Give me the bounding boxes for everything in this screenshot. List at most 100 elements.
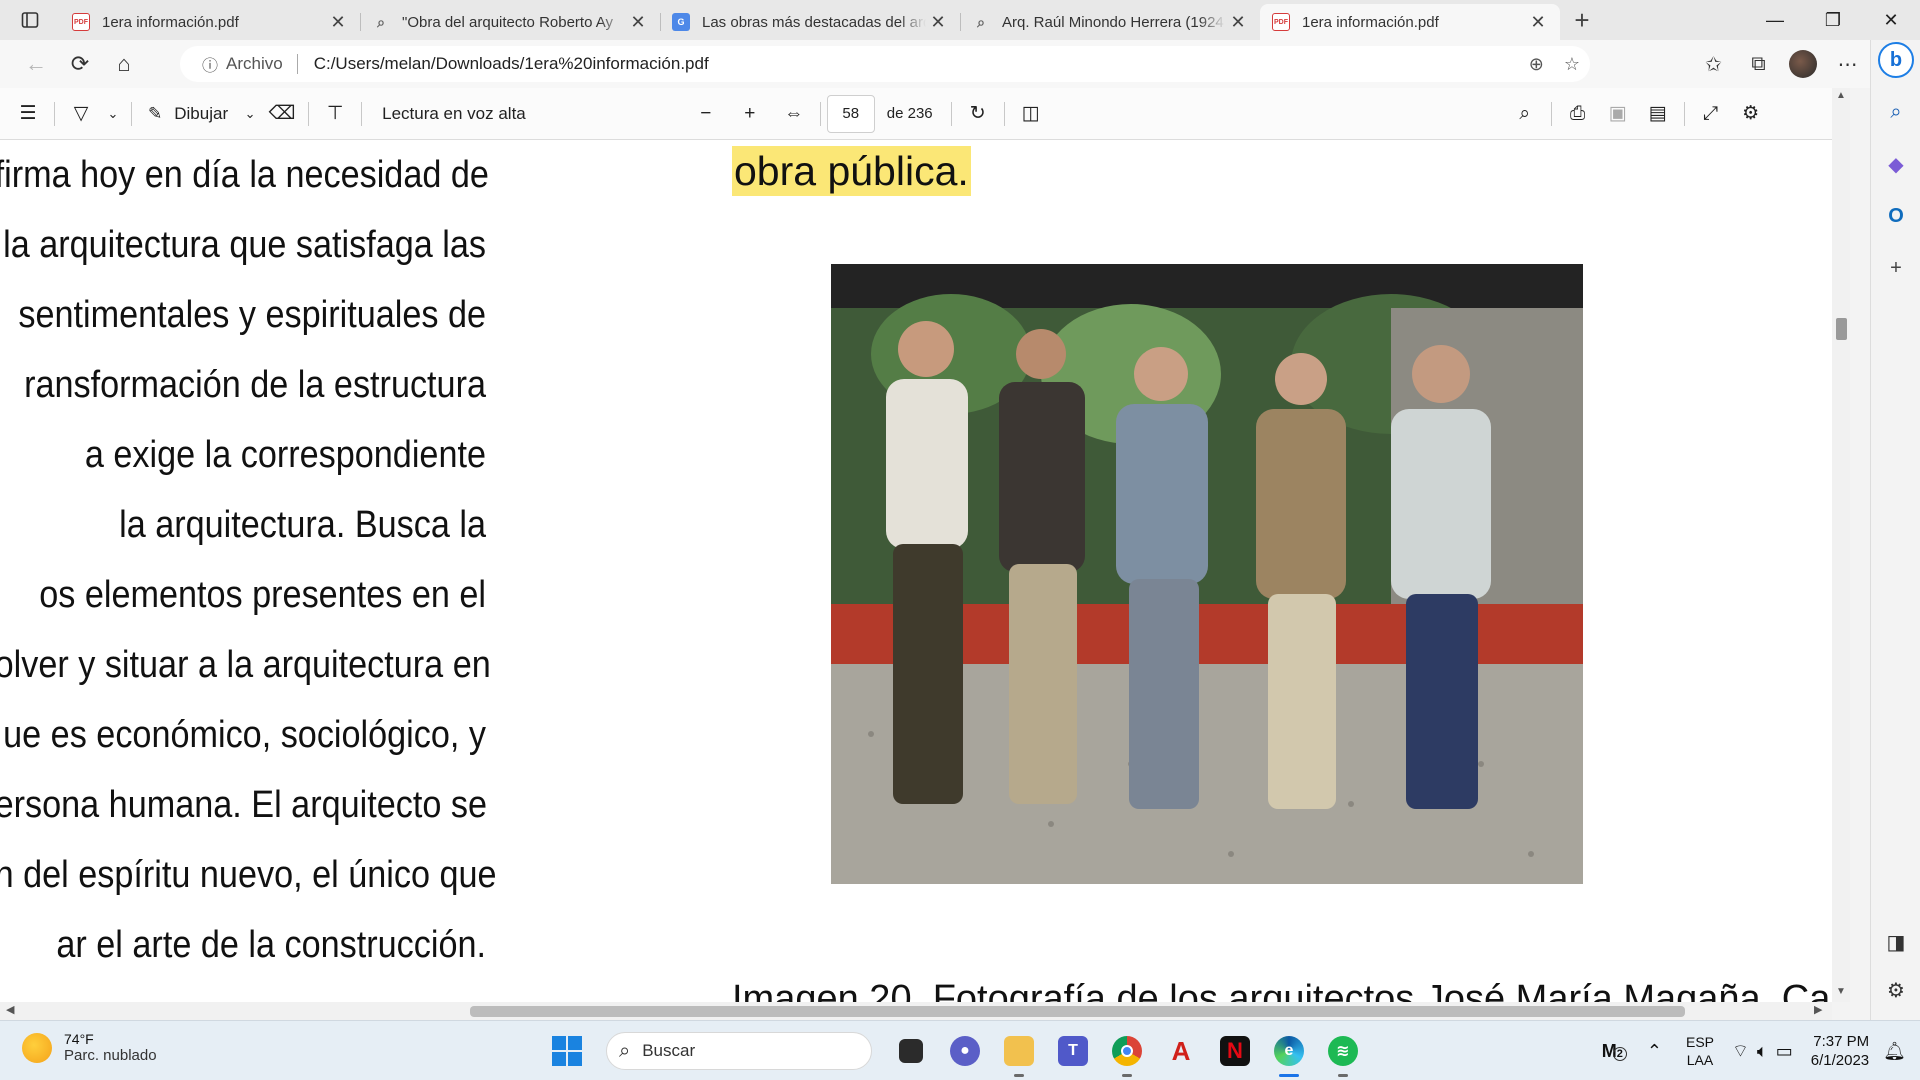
chat-icon[interactable]: ● <box>943 1029 987 1073</box>
contents-list-icon[interactable]: ☰ <box>8 94 48 134</box>
address-bar[interactable]: ⓘ Archivo C:/Users/melan/Downloads/1era%… <box>180 46 1590 82</box>
text-line: firma hoy en día la necesidad de <box>0 154 489 196</box>
restore-button[interactable]: ❐ <box>1804 0 1862 40</box>
divider <box>1683 101 1685 126</box>
file-explorer-icon[interactable] <box>997 1029 1041 1077</box>
window-close-button[interactable]: ✕ <box>1862 0 1920 40</box>
zoom-icon[interactable]: ⊕ <box>1529 54 1544 75</box>
battery-icon[interactable]: ▭ <box>1776 1041 1793 1062</box>
scroll-left-icon[interactable]: ◀ <box>6 1003 14 1016</box>
volume-icon[interactable]: 🔈︎ <box>1757 1041 1768 1062</box>
body-text-column: firma hoy en día la necesidad de la arqu… <box>0 140 497 980</box>
window-controls: — ❐ ✕ <box>1746 0 1920 40</box>
home-button[interactable]: ⌂ <box>102 44 146 84</box>
minimize-button[interactable]: — <box>1746 0 1804 40</box>
chevron-down-icon[interactable]: ⌄ <box>238 94 262 134</box>
divider <box>950 101 952 126</box>
zoom-in-icon[interactable]: + <box>730 94 770 134</box>
new-tab-button[interactable]: + <box>1560 0 1604 40</box>
keyboard-layout: LAA <box>1686 1052 1714 1068</box>
fullscreen-icon[interactable]: ⤢ <box>1691 94 1731 134</box>
chevron-up-icon[interactable]: ⌃ <box>1647 1041 1662 1062</box>
bing-chat-icon[interactable]: b <box>1878 42 1914 78</box>
outlook-icon[interactable]: O <box>1871 196 1920 236</box>
chrome-icon[interactable] <box>1105 1029 1149 1077</box>
text-box-icon[interactable]: ⊤ <box>315 94 355 134</box>
settings-icon[interactable]: ⚙ <box>1871 970 1920 1010</box>
divider <box>131 101 132 126</box>
search-icon[interactable]: ⌕ <box>1871 92 1920 132</box>
avatar[interactable] <box>1789 50 1817 78</box>
highlight-icon[interactable]: ▽ <box>61 94 101 134</box>
taskbar-search[interactable]: ⌕ Buscar <box>606 1032 872 1070</box>
tab-1[interactable]: PDF 1era información.pdf ✕ <box>60 4 360 40</box>
vertical-scrollbar[interactable]: ▲ ▼ <box>1832 88 1850 1002</box>
close-icon[interactable]: ✕ <box>1526 10 1550 34</box>
page-count: de 236 <box>886 105 933 122</box>
divider <box>1550 101 1552 126</box>
horizontal-scrollbar[interactable]: ◀ ▶ <box>0 1002 1832 1020</box>
search-icon[interactable]: ⌕ <box>1505 94 1545 134</box>
collections-icon[interactable]: ⧉ <box>1736 44 1781 84</box>
settings-icon[interactable]: ⚙ <box>1731 94 1771 134</box>
spotify-icon[interactable]: ≋ <box>1321 1029 1365 1077</box>
windows-start-icon[interactable] <box>552 1036 582 1066</box>
close-icon[interactable]: ✕ <box>1226 10 1250 34</box>
save-icon[interactable]: ▣ <box>1598 94 1638 134</box>
info-icon[interactable]: ⓘ <box>202 52 218 76</box>
add-sidebar-app-icon[interactable]: + <box>1871 248 1920 288</box>
close-icon[interactable]: ✕ <box>926 10 950 34</box>
eraser-icon[interactable]: ⌫ <box>262 94 302 134</box>
teams-icon[interactable]: T <box>1051 1029 1095 1073</box>
text-line: la arquitectura. Busca la <box>119 504 487 546</box>
url-text[interactable]: C:/Users/melan/Downloads/1era%20informac… <box>314 54 709 74</box>
acrobat-icon[interactable]: A <box>1159 1029 1203 1073</box>
add-favorite-icon[interactable]: ☆ <box>1564 54 1580 75</box>
fit-width-icon[interactable]: ⇔ <box>774 94 814 134</box>
wifi-icon[interactable]: ⌔ <box>1732 1040 1749 1063</box>
notifications-icon[interactable]: 🔔︎ <box>1883 1041 1906 1062</box>
tab-5-active[interactable]: PDF 1era información.pdf ✕ <box>1260 4 1560 40</box>
tab-title: 1era información.pdf <box>1302 13 1439 31</box>
meet-now-icon[interactable]: M2 <box>1602 1041 1627 1062</box>
page-number-input[interactable]: 58 <box>826 94 875 133</box>
text-line: ransformación de la estructura <box>24 364 486 406</box>
pdf-toolbar: ☰ ▽ ⌄ ✎ Dibujar ⌄ ⌫ ⊤ Lectura en voz alt… <box>0 88 1832 140</box>
tab-3[interactable]: G Las obras más destacadas del arq ✕ <box>660 4 960 40</box>
text-line: a exige la correspondiente <box>84 434 486 476</box>
save-as-icon[interactable]: ▤ <box>1638 94 1678 134</box>
language-indicator[interactable]: ESP LAA <box>1686 1033 1714 1069</box>
scroll-right-icon[interactable]: ▶ <box>1814 1003 1822 1016</box>
refresh-button[interactable]: ⟳ <box>58 44 102 84</box>
task-view-icon[interactable] <box>889 1029 933 1073</box>
pen-icon: ✎ <box>148 103 163 123</box>
zoom-out-icon[interactable]: − <box>686 94 726 134</box>
tab-actions-button[interactable] <box>0 0 60 40</box>
copilot-icon[interactable]: ◆ <box>1871 144 1920 184</box>
hide-sidebar-icon[interactable]: ◨ <box>1871 922 1920 962</box>
weather-widget[interactable]: 74°F Parc. nublado <box>22 1031 157 1064</box>
rotate-icon[interactable]: ↻ <box>958 94 998 134</box>
close-icon[interactable]: ✕ <box>326 10 350 34</box>
more-menu-icon[interactable]: ⋯ <box>1825 44 1870 84</box>
scroll-down-icon[interactable]: ▼ <box>1836 986 1846 997</box>
divider <box>308 101 310 126</box>
tab-title: 1era información.pdf <box>102 13 239 31</box>
back-button[interactable]: ← <box>14 44 58 84</box>
edge-icon[interactable]: e <box>1267 1029 1311 1077</box>
tab-4[interactable]: ⌕ Arq. Raúl Minondo Herrera (1924 ✕ <box>960 4 1260 40</box>
scrollbar-thumb[interactable] <box>470 1006 1685 1017</box>
print-icon[interactable]: ⎙ <box>1558 94 1598 134</box>
clock[interactable]: 7:37 PM 6/1/2023 <box>1811 1032 1869 1070</box>
draw-button[interactable]: ✎ Dibujar <box>138 94 238 134</box>
scroll-up-icon[interactable]: ▲ <box>1836 90 1846 101</box>
favorites-icon[interactable]: ✩ <box>1691 44 1736 84</box>
tab-2[interactable]: ⌕ "Obra del arquitecto Roberto Ay ✕ <box>360 4 660 40</box>
scrollbar-thumb[interactable] <box>1836 318 1847 340</box>
close-icon[interactable]: ✕ <box>626 10 650 34</box>
architects-photo <box>831 264 1583 884</box>
page-view-icon[interactable]: ◫ <box>1011 94 1051 134</box>
netflix-icon[interactable]: N <box>1213 1029 1257 1073</box>
chevron-down-icon[interactable]: ⌄ <box>101 94 125 134</box>
read-aloud-button[interactable]: Lectura en voz alta <box>372 94 536 134</box>
